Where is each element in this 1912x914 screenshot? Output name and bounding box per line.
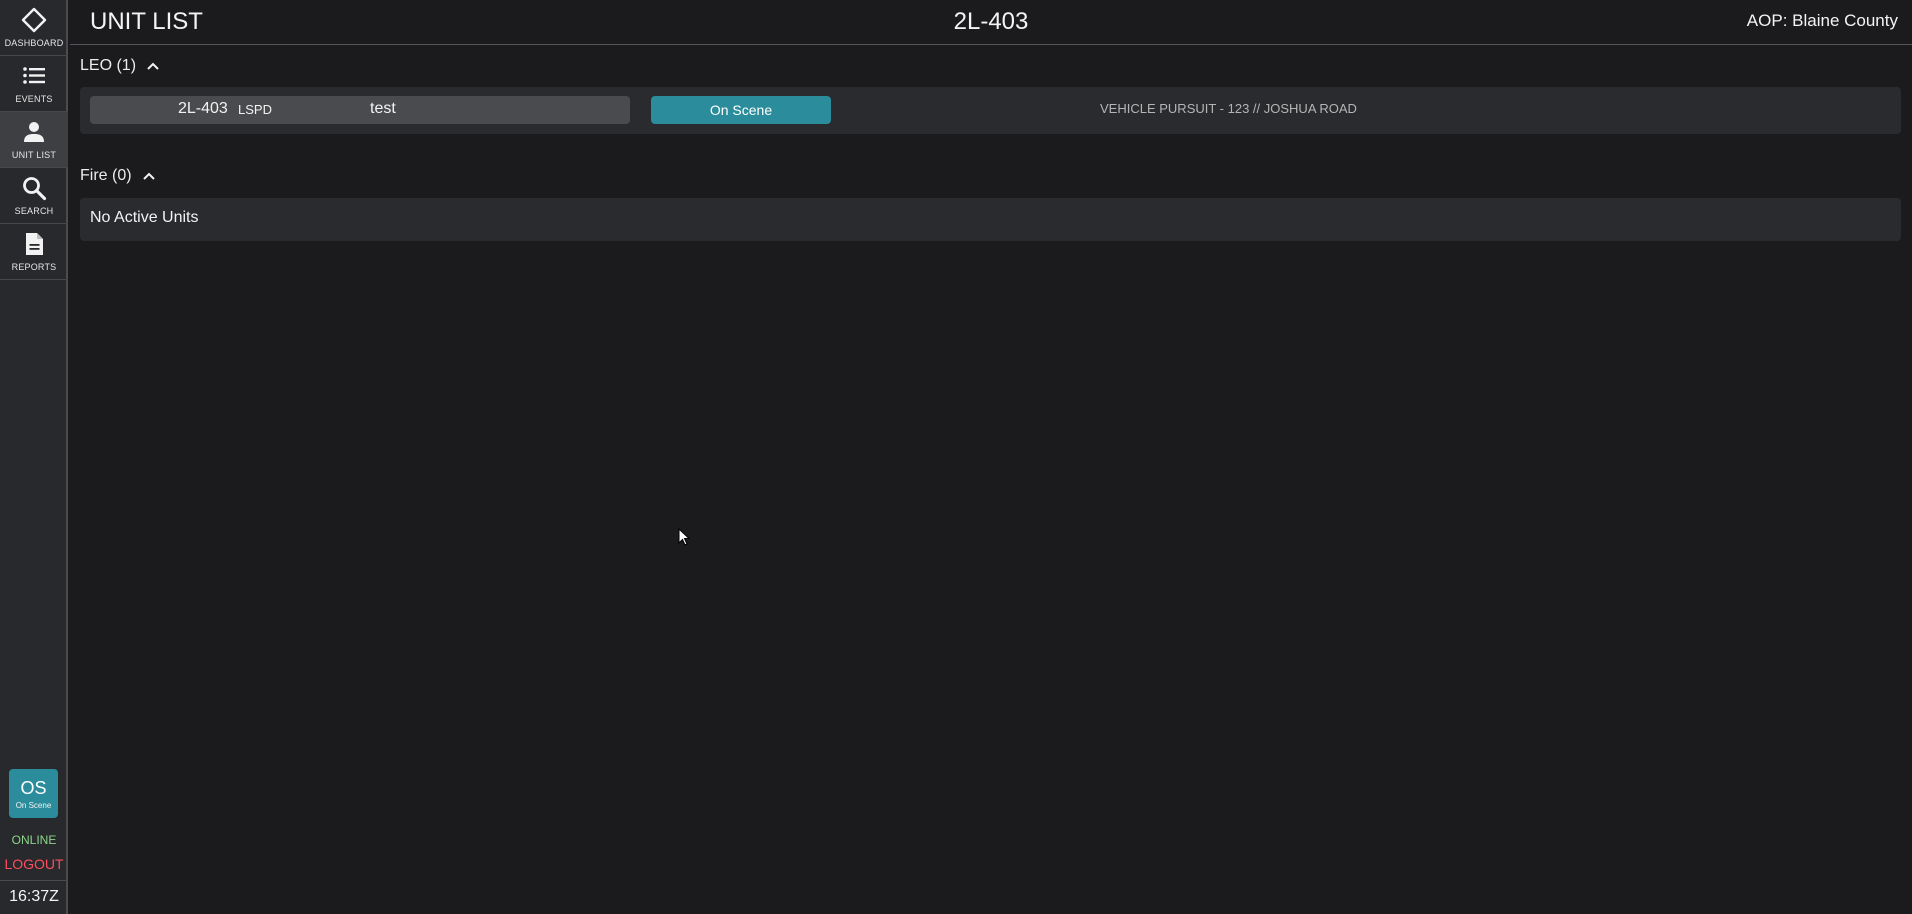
sidebar-item-dashboard[interactable]: DASHBOARD	[0, 0, 68, 56]
connection-status: ONLINE	[11, 833, 57, 847]
status-code: OS	[20, 777, 47, 798]
sidebar-item-reports[interactable]: REPORTS	[0, 224, 68, 280]
section-title: Fire (0)	[80, 167, 132, 184]
divider	[0, 880, 68, 881]
sidebar-item-label: SEARCH	[14, 206, 54, 216]
current-unit-callsign: 2L-403	[953, 8, 1029, 35]
aop-label: AOP: Blaine County	[1746, 11, 1898, 30]
mouse-cursor-icon	[678, 528, 690, 546]
list-icon	[23, 67, 45, 84]
section-title: LEO (1)	[80, 57, 137, 74]
fire-unit-list: No Active Units	[80, 198, 1901, 241]
section-toggle-fire[interactable]: Fire (0)	[80, 167, 156, 185]
person-icon	[24, 122, 44, 142]
chevron-up-icon	[147, 62, 159, 70]
unit-agency: LSPD	[238, 102, 272, 117]
leo-unit-list: 2L-403 LSPD test On Scene VEHICLE PURSUI…	[80, 87, 1901, 134]
logout-button[interactable]: LOGOUT	[0, 856, 68, 872]
sidebar-item-label: DASHBOARD	[4, 38, 64, 48]
clock: 16:37Z	[9, 888, 59, 905]
sidebar-item-events[interactable]: EVENTS	[0, 56, 68, 112]
unit-info[interactable]: 2L-403 LSPD test	[90, 96, 630, 124]
diamond-icon	[21, 7, 47, 33]
document-icon	[26, 233, 43, 255]
unit-callsign: 2L-403	[178, 100, 228, 117]
sidebar-item-search[interactable]: SEARCH	[0, 168, 68, 224]
status-label: On Scene	[15, 800, 52, 810]
unit-status-button[interactable]: On Scene	[651, 96, 831, 124]
empty-state-text: No Active Units	[90, 209, 199, 226]
sidebar-item-label: EVENTS	[15, 94, 53, 104]
status-button[interactable]: OS On Scene	[9, 769, 58, 818]
section-toggle-leo[interactable]: LEO (1)	[80, 57, 160, 75]
unit-assigned-call[interactable]: VEHICLE PURSUIT - 123 // JOSHUA ROAD	[1100, 101, 1357, 116]
search-icon	[23, 177, 47, 201]
sidebar-item-unit-list[interactable]: UNIT LIST	[0, 112, 68, 168]
sidebar-item-label: REPORTS	[11, 262, 57, 272]
header: UNIT LIST 2L-403 AOP: Blaine County	[70, 0, 1912, 45]
sidebar: DASHBOARD EVENTS UNIT LIST SEARCH REPORT…	[0, 0, 68, 914]
chevron-up-icon	[142, 172, 155, 180]
unit-name: test	[370, 100, 396, 117]
sidebar-item-label: UNIT LIST	[11, 150, 57, 160]
